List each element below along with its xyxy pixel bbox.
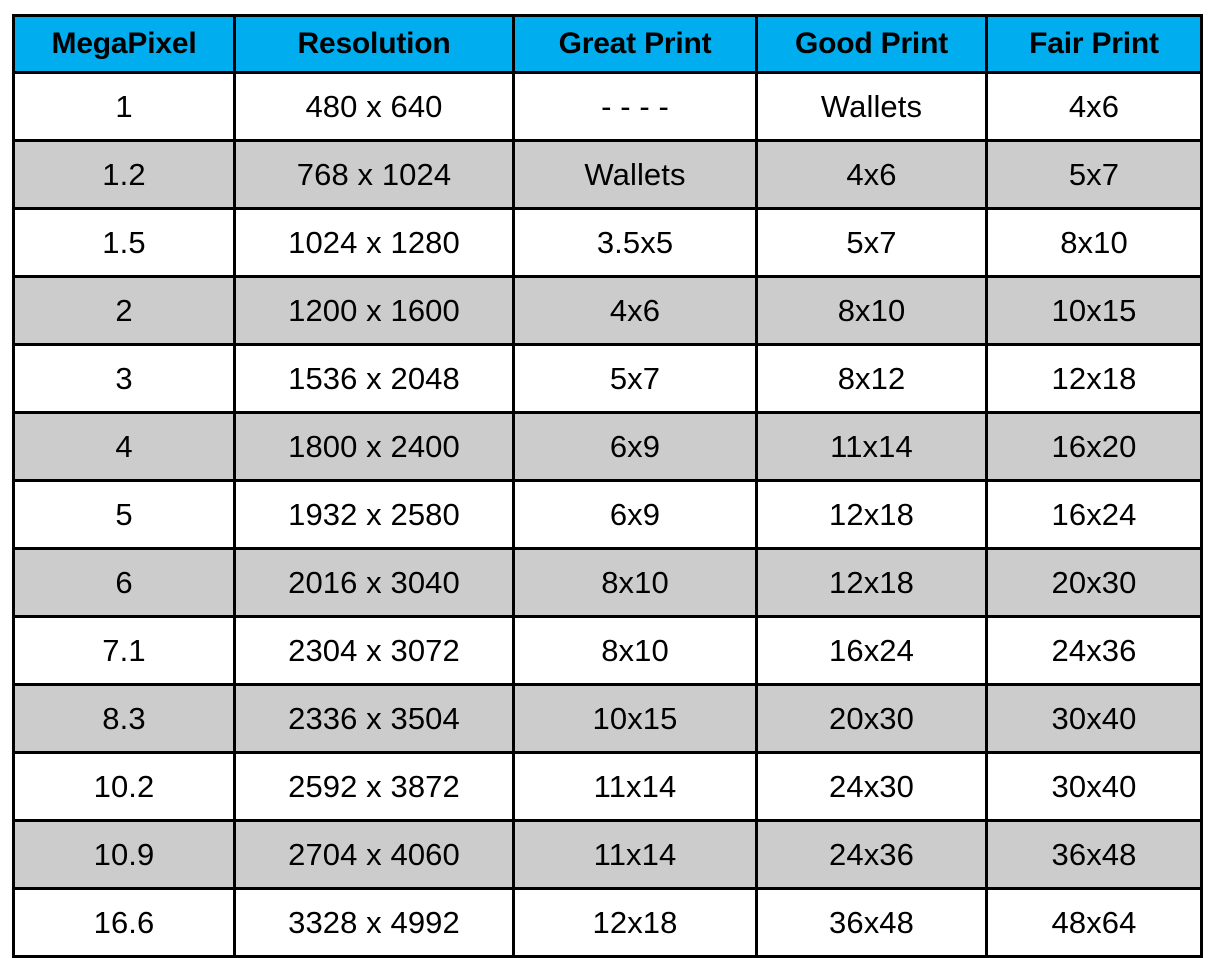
- cell-good_print: 20x30: [755, 683, 988, 754]
- cell-great_print: 5x7: [512, 343, 758, 414]
- table-row: 10.2 2592 x 3872 11x14 24x30 30x40: [12, 751, 1203, 822]
- table-row: 5 1932 x 2580 6x9 12x18 16x24: [12, 479, 1203, 550]
- cell-megapixel: 16.6: [12, 887, 236, 958]
- cell-good_print: 4x6: [755, 139, 988, 210]
- cell-fair_print: 48x64: [985, 887, 1203, 958]
- table-header-row: MegaPixel Resolution Great Print Good Pr…: [12, 14, 1203, 74]
- cell-resolution: 480 x 640: [233, 71, 515, 142]
- cell-fair_print: 5x7: [985, 139, 1203, 210]
- cell-resolution: 768 x 1024: [233, 139, 515, 210]
- cell-good_print: 24x36: [755, 819, 988, 890]
- cell-megapixel: 5: [12, 479, 236, 550]
- table-header: MegaPixel Resolution Great Print Good Pr…: [12, 14, 1203, 74]
- cell-megapixel: 2: [12, 275, 236, 346]
- cell-resolution: 1536 x 2048: [233, 343, 515, 414]
- cell-resolution: 2016 x 3040: [233, 547, 515, 618]
- cell-great_print: 3.5x5: [512, 207, 758, 278]
- cell-fair_print: 10x15: [985, 275, 1203, 346]
- cell-megapixel: 1: [12, 71, 236, 142]
- table-row: 2 1200 x 1600 4x6 8x10 10x15: [12, 275, 1203, 346]
- page-root: MegaPixel Resolution Great Print Good Pr…: [0, 0, 1214, 958]
- column-header-great-print: Great Print: [512, 14, 758, 74]
- cell-megapixel: 6: [12, 547, 236, 618]
- megapixel-print-size-table: MegaPixel Resolution Great Print Good Pr…: [12, 14, 1203, 958]
- cell-fair_print: 30x40: [985, 751, 1203, 822]
- cell-megapixel: 1.5: [12, 207, 236, 278]
- cell-fair_print: 20x30: [985, 547, 1203, 618]
- cell-resolution: 2336 x 3504: [233, 683, 515, 754]
- table-row: 8.3 2336 x 3504 10x15 20x30 30x40: [12, 683, 1203, 754]
- cell-fair_print: 30x40: [985, 683, 1203, 754]
- cell-fair_print: 36x48: [985, 819, 1203, 890]
- cell-good_print: 36x48: [755, 887, 988, 958]
- cell-fair_print: 16x20: [985, 411, 1203, 482]
- cell-resolution: 2704 x 4060: [233, 819, 515, 890]
- cell-great_print: - - - -: [512, 71, 758, 142]
- cell-megapixel: 3: [12, 343, 236, 414]
- table-row: 1.5 1024 x 1280 3.5x5 5x7 8x10: [12, 207, 1203, 278]
- cell-megapixel: 1.2: [12, 139, 236, 210]
- cell-great_print: 4x6: [512, 275, 758, 346]
- cell-good_print: 12x18: [755, 479, 988, 550]
- cell-good_print: 8x10: [755, 275, 988, 346]
- cell-resolution: 2304 x 3072: [233, 615, 515, 686]
- cell-good_print: 12x18: [755, 547, 988, 618]
- cell-good_print: Wallets: [755, 71, 988, 142]
- cell-megapixel: 10.2: [12, 751, 236, 822]
- table-row: 3 1536 x 2048 5x7 8x12 12x18: [12, 343, 1203, 414]
- cell-good_print: 24x30: [755, 751, 988, 822]
- cell-great_print: 12x18: [512, 887, 758, 958]
- cell-great_print: 6x9: [512, 411, 758, 482]
- table-row: 7.1 2304 x 3072 8x10 16x24 24x36: [12, 615, 1203, 686]
- cell-fair_print: 8x10: [985, 207, 1203, 278]
- cell-resolution: 1024 x 1280: [233, 207, 515, 278]
- cell-megapixel: 7.1: [12, 615, 236, 686]
- column-header-megapixel: MegaPixel: [12, 14, 236, 74]
- cell-great_print: 8x10: [512, 615, 758, 686]
- cell-good_print: 11x14: [755, 411, 988, 482]
- column-header-resolution: Resolution: [233, 14, 515, 74]
- cell-megapixel: 10.9: [12, 819, 236, 890]
- cell-good_print: 16x24: [755, 615, 988, 686]
- cell-megapixel: 8.3: [12, 683, 236, 754]
- cell-good_print: 5x7: [755, 207, 988, 278]
- table-row: 4 1800 x 2400 6x9 11x14 16x20: [12, 411, 1203, 482]
- cell-resolution: 1932 x 2580: [233, 479, 515, 550]
- cell-fair_print: 24x36: [985, 615, 1203, 686]
- table-row: 1 480 x 640- - - - Wallets 4x6: [12, 71, 1203, 142]
- table-row: 10.9 2704 x 4060 11x14 24x36 36x48: [12, 819, 1203, 890]
- cell-great_print: 11x14: [512, 751, 758, 822]
- table-body: 1 480 x 640- - - - Wallets 4x6 1.2 768 x 1024…: [12, 71, 1203, 958]
- cell-resolution: 1800 x 2400: [233, 411, 515, 482]
- column-header-fair-print: Fair Print: [985, 14, 1203, 74]
- table-row: 16.6 3328 x 4992 12x18 36x48 48x64: [12, 887, 1203, 958]
- cell-fair_print: 4x6: [985, 71, 1203, 142]
- cell-good_print: 8x12: [755, 343, 988, 414]
- cell-great_print: 11x14: [512, 819, 758, 890]
- cell-great_print: 10x15: [512, 683, 758, 754]
- cell-resolution: 1200 x 1600: [233, 275, 515, 346]
- cell-resolution: 2592 x 3872: [233, 751, 515, 822]
- column-header-good-print: Good Print: [755, 14, 988, 74]
- cell-fair_print: 12x18: [985, 343, 1203, 414]
- cell-great_print: 6x9: [512, 479, 758, 550]
- cell-fair_print: 16x24: [985, 479, 1203, 550]
- cell-great_print: 8x10: [512, 547, 758, 618]
- cell-resolution: 3328 x 4992: [233, 887, 515, 958]
- table-row: 1.2 768 x 1024 Wallets 4x6 5x7: [12, 139, 1203, 210]
- cell-megapixel: 4: [12, 411, 236, 482]
- cell-great_print: Wallets: [512, 139, 758, 210]
- table-row: 6 2016 x 3040 8x10 12x18 20x30: [12, 547, 1203, 618]
